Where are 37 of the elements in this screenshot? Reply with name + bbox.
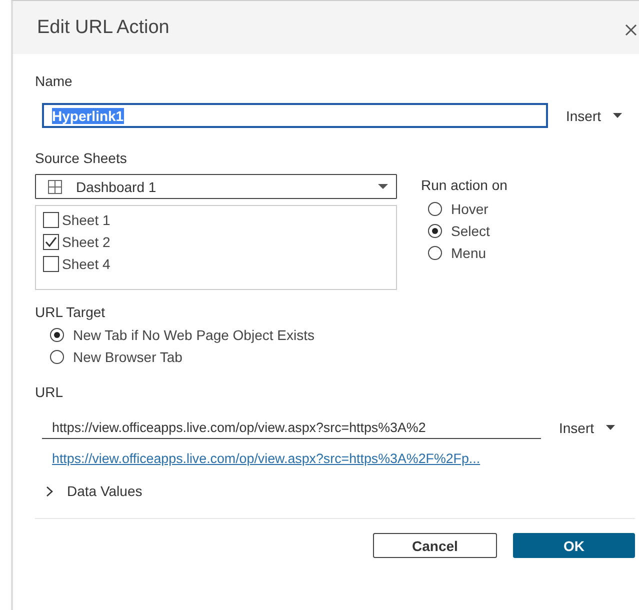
checkbox-label: Sheet 4 — [62, 256, 110, 272]
window-title: Edit URL Action — [37, 16, 170, 38]
insert-button[interactable]: Insert — [557, 418, 618, 438]
radio-label: Select — [451, 223, 490, 239]
caret-icon — [378, 184, 388, 189]
cancel-button[interactable]: Cancel — [373, 533, 497, 558]
insert-button[interactable]: Insert — [564, 106, 624, 126]
input-field[interactable]: Hyperlink1 — [42, 103, 548, 128]
url-link[interactable]: https://view.officeapps.live.com/op/view.aspx?src=https%3A%2F%2Fp... — [52, 451, 480, 466]
chevron-icon[interactable] — [46, 486, 53, 496]
grid-icon — [48, 180, 62, 194]
section-label: URL — [35, 384, 64, 400]
checkbox[interactable] — [43, 234, 59, 250]
section-label: Name — [35, 73, 74, 89]
input-field[interactable]: https://view.officeapps.live.com/op/view.aspx?src=https%3A%2 — [42, 416, 541, 439]
radio-button[interactable] — [428, 202, 442, 216]
ok-button[interactable]: OK — [513, 533, 635, 558]
radio-label: New Browser Tab — [73, 349, 182, 365]
section-label: Source Sheets — [35, 150, 128, 166]
checkbox[interactable] — [43, 256, 59, 272]
expander-label[interactable]: Data Values — [67, 483, 142, 499]
section-label: URL Target — [35, 304, 106, 320]
radio-button[interactable] — [50, 350, 64, 364]
radio-label: Hover — [451, 201, 488, 217]
radio-label: New Tab if No Web Page Object Exists — [73, 327, 314, 343]
radio-button[interactable] — [428, 246, 442, 260]
caret-icon — [613, 113, 622, 118]
radio-button[interactable] — [50, 328, 64, 342]
dropdown[interactable]: Dashboard 1 — [35, 174, 397, 199]
close-icon[interactable] — [625, 24, 637, 36]
checkbox[interactable] — [43, 212, 59, 228]
radio-label: Menu — [451, 245, 486, 261]
checkbox-label: Sheet 1 — [62, 212, 110, 228]
checkbox-label: Sheet 2 — [62, 234, 110, 250]
radio-button[interactable] — [428, 224, 442, 238]
caret-icon — [606, 425, 616, 430]
section-label: Run action on — [421, 177, 508, 193]
